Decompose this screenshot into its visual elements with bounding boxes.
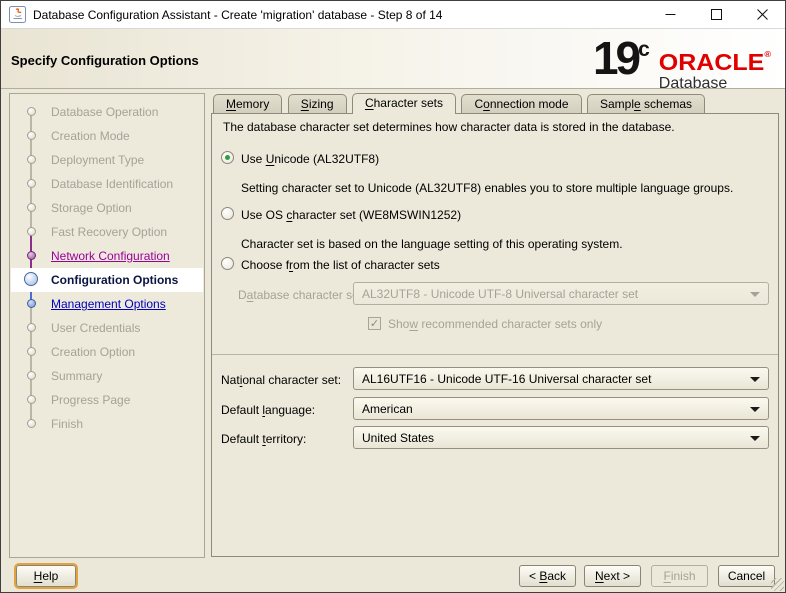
step-database-operation: Database Operation: [11, 100, 203, 124]
use-unicode-label[interactable]: Use Unicode (AL32UTF8): [241, 152, 379, 166]
step-dot: [27, 203, 36, 212]
window-title: Database Configuration Assistant - Creat…: [33, 8, 442, 22]
oracle-wordmark: ORACLE®: [659, 43, 771, 73]
step-dot: [27, 419, 36, 428]
step-dot: [27, 107, 36, 116]
finish-button: Finish: [651, 565, 708, 587]
step-dot: [27, 179, 36, 188]
show-recommended-label: Show recommended character sets only: [388, 317, 602, 331]
choose-charset-radio[interactable]: [221, 257, 234, 270]
default-language-dropdown[interactable]: American: [353, 397, 769, 420]
logo-version: 19c: [593, 36, 650, 80]
step-user-credentials: User Credentials: [11, 316, 203, 340]
use-os-charset-label[interactable]: Use OS character set (WE8MSWIN1252): [241, 208, 461, 222]
default-territory-label: Default territory:: [221, 432, 306, 446]
use-os-charset-radio[interactable]: [221, 207, 234, 220]
cancel-button[interactable]: Cancel: [718, 565, 775, 587]
step-dot: [27, 251, 36, 260]
unicode-note: Setting character set to Unicode (AL32UT…: [241, 181, 733, 195]
step-dot: [27, 227, 36, 236]
next-button[interactable]: Next >: [584, 565, 641, 587]
maximize-button[interactable]: [693, 1, 739, 28]
help-button[interactable]: Help: [16, 565, 76, 587]
step-management-options[interactable]: Management Options: [11, 292, 203, 316]
step-dot: [27, 131, 36, 140]
step-storage-option: Storage Option: [11, 196, 203, 220]
step-dot: [27, 299, 36, 308]
dropdown-arrow-icon: [750, 377, 760, 382]
step-database-identification: Database Identification: [11, 172, 203, 196]
step-configuration-options: Configuration Options: [11, 268, 203, 292]
page-title: Specify Configuration Options: [11, 53, 199, 68]
resize-grip[interactable]: [771, 578, 784, 591]
java-icon: [9, 6, 26, 23]
step-fast-recovery-option: Fast Recovery Option: [11, 220, 203, 244]
step-network-configuration[interactable]: Network Configuration: [11, 244, 203, 268]
database-charset-label: Database character set:: [238, 288, 365, 302]
step-dot: [27, 395, 36, 404]
title-bar: Database Configuration Assistant - Creat…: [1, 1, 785, 29]
national-charset-label: National character set:: [221, 373, 341, 387]
close-icon: [757, 9, 768, 20]
section-separator: [212, 354, 778, 355]
logo-product: Database: [659, 75, 771, 93]
back-button[interactable]: < Back: [519, 565, 576, 587]
oracle-19c-logo: 19c ORACLE® Database: [593, 36, 771, 93]
minimize-icon: [665, 9, 676, 20]
dbca-window: Database Configuration Assistant - Creat…: [0, 0, 786, 593]
configuration-options-panel: Memory Sizing Character sets Connection …: [211, 93, 779, 558]
show-recommended-checkbox: ✓: [368, 317, 381, 330]
choose-charset-label[interactable]: Choose from the list of character sets: [241, 258, 440, 272]
default-territory-dropdown[interactable]: United States: [353, 426, 769, 449]
tab-character-sets[interactable]: Character sets: [352, 93, 456, 114]
os-charset-note: Character set is based on the language s…: [241, 237, 623, 251]
checkmark-icon: ✓: [370, 318, 379, 330]
wizard-header: Specify Configuration Options 19c ORACLE…: [1, 29, 785, 89]
maximize-icon: [711, 9, 722, 20]
step-dot: [27, 347, 36, 356]
dropdown-arrow-icon: [750, 292, 760, 297]
button-bar: Help < Back Next > Finish Cancel: [1, 556, 785, 592]
step-finish: Finish: [11, 412, 203, 436]
step-deployment-type: Deployment Type: [11, 148, 203, 172]
step-dot-current: [24, 272, 38, 286]
step-dot: [27, 323, 36, 332]
national-charset-dropdown[interactable]: AL16UTF16 - Unicode UTF-16 Universal cha…: [353, 367, 769, 390]
minimize-button[interactable]: [647, 1, 693, 28]
step-progress-page: Progress Page: [11, 388, 203, 412]
close-button[interactable]: [739, 1, 785, 28]
step-summary: Summary: [11, 364, 203, 388]
database-charset-dropdown: AL32UTF8 - Unicode UTF-8 Universal chara…: [353, 282, 769, 305]
step-dot: [27, 371, 36, 380]
step-creation-mode: Creation Mode: [11, 124, 203, 148]
dropdown-arrow-icon: [750, 436, 760, 441]
dropdown-arrow-icon: [750, 407, 760, 412]
step-dot: [27, 155, 36, 164]
charset-intro-text: The database character set determines ho…: [223, 120, 675, 134]
use-unicode-radio[interactable]: [221, 151, 234, 164]
default-language-label: Default language:: [221, 403, 315, 417]
wizard-steps-sidebar: Database Operation Creation Mode Deploym…: [9, 93, 205, 558]
step-creation-option: Creation Option: [11, 340, 203, 364]
